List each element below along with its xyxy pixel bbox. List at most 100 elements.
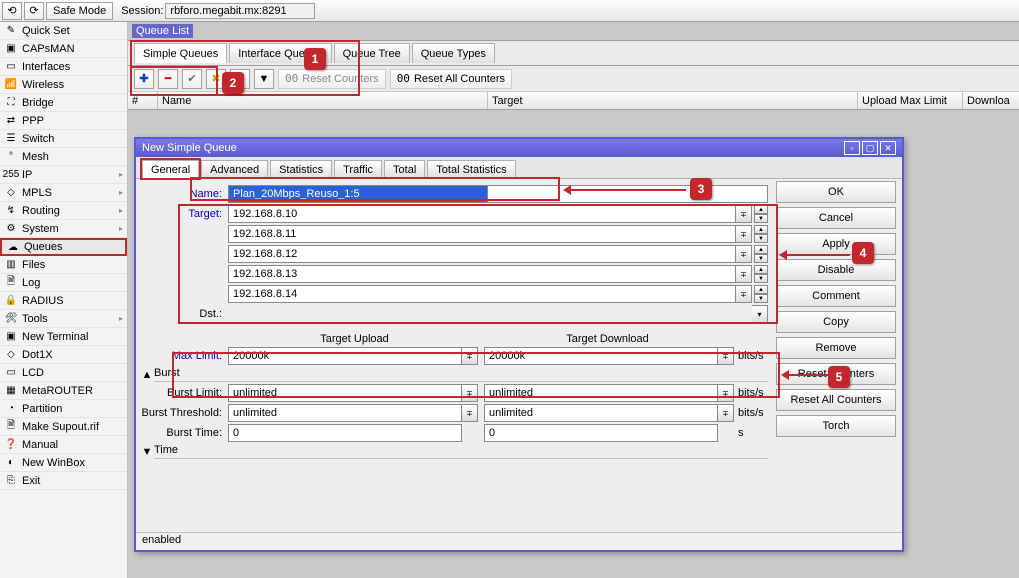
dlg-tab-total-statistics[interactable]: Total Statistics	[427, 160, 515, 178]
add-button[interactable]: ✚	[134, 69, 154, 89]
sidebar-item-files[interactable]: ▥Files	[0, 256, 127, 274]
name-input[interactable]: Plan_20Mbps_Reuso_1:5	[228, 185, 488, 203]
col-dml[interactable]: Downloa	[963, 92, 1019, 109]
ql-tab-interface-queues[interactable]: Interface Queues	[229, 43, 331, 63]
sidebar-item-switch[interactable]: ☰Switch	[0, 130, 127, 148]
sidebar-item-mesh[interactable]: °Mesh	[0, 148, 127, 166]
sidebar-item-ip[interactable]: 255IP▸	[0, 166, 127, 184]
target-spin-dn-3[interactable]: ▼	[754, 274, 768, 283]
reset-counters-button[interactable]: 00Reset Counters	[278, 69, 386, 89]
sidebar-item-wireless[interactable]: 📶Wireless	[0, 76, 127, 94]
target-spin-dn-0[interactable]: ▼	[754, 214, 768, 223]
dlg-tab-statistics[interactable]: Statistics	[270, 160, 332, 178]
col-target[interactable]: Target	[488, 92, 858, 109]
ql-tab-simple-queues[interactable]: Simple Queues	[134, 43, 227, 63]
dlg-reset-all-counters-button[interactable]: Reset All Counters	[776, 389, 896, 411]
burst-limit-dn-input[interactable]: unlimited	[484, 384, 718, 402]
filter-button[interactable]: ▼	[254, 69, 274, 89]
sidebar-item-radius[interactable]: 🔒RADIUS	[0, 292, 127, 310]
target-input-2[interactable]: 192.168.8.12	[228, 245, 736, 263]
max-limit-dn-input[interactable]: 20000k	[484, 347, 718, 365]
safe-mode-button[interactable]: Safe Mode	[46, 2, 113, 20]
sidebar-item-system[interactable]: ⚙System▸	[0, 220, 127, 238]
sidebar-item-metarouter[interactable]: ▦MetaROUTER	[0, 382, 127, 400]
dlg-tab-traffic[interactable]: Traffic	[334, 160, 382, 178]
sidebar-item-exit[interactable]: ⎘Exit	[0, 472, 127, 490]
target-dropdown-2[interactable]: ∓	[736, 245, 752, 263]
target-input-3[interactable]: 192.168.8.13	[228, 265, 736, 283]
dst-dropdown[interactable]: ▾	[752, 305, 768, 323]
dlg-comment-button[interactable]: Comment	[776, 285, 896, 307]
target-spin-up-1[interactable]: ▲	[754, 225, 768, 234]
sidebar-item-capsman[interactable]: ▣CAPsMAN	[0, 40, 127, 58]
max-limit-up-dropdown[interactable]: ∓	[462, 347, 478, 365]
burst-threshold-up-dropdown[interactable]: ∓	[462, 404, 478, 422]
burst-collapse-icon[interactable]: ▲	[140, 369, 154, 381]
target-input-4[interactable]: 192.168.8.14	[228, 285, 736, 303]
dialog-max-icon[interactable]: ▢	[862, 141, 878, 155]
reset-all-counters-button[interactable]: 00Reset All Counters	[390, 69, 512, 89]
burst-threshold-dn-dropdown[interactable]: ∓	[718, 404, 734, 422]
dlg-torch-button[interactable]: Torch	[776, 415, 896, 437]
time-collapse-icon[interactable]: ▼	[140, 446, 154, 458]
burst-time-up-input[interactable]: 0	[228, 424, 462, 442]
col-number[interactable]: #	[128, 92, 158, 109]
burst-threshold-dn-input[interactable]: unlimited	[484, 404, 718, 422]
sidebar-item-quick-set[interactable]: ✎Quick Set	[0, 22, 127, 40]
sidebar-item-mpls[interactable]: ◇MPLS▸	[0, 184, 127, 202]
sidebar-item-new-terminal[interactable]: ▣New Terminal	[0, 328, 127, 346]
sidebar-item-tools[interactable]: 🛠Tools▸	[0, 310, 127, 328]
target-spin-up-0[interactable]: ▲	[754, 205, 768, 214]
dlg-ok-button[interactable]: OK	[776, 181, 896, 203]
burst-limit-dn-dropdown[interactable]: ∓	[718, 384, 734, 402]
col-uml[interactable]: Upload Max Limit	[858, 92, 963, 109]
dlg-reset-counters-button[interactable]: Reset Counters	[776, 363, 896, 385]
target-dropdown-0[interactable]: ∓	[736, 205, 752, 223]
sidebar-item-partition[interactable]: ◔Partition	[0, 400, 127, 418]
dialog-close-icon[interactable]: ✕	[880, 141, 896, 155]
dlg-cancel-button[interactable]: Cancel	[776, 207, 896, 229]
dlg-tab-total[interactable]: Total	[384, 160, 425, 178]
max-limit-dn-dropdown[interactable]: ∓	[718, 347, 734, 365]
sidebar-item-new-winbox[interactable]: ◐New WinBox	[0, 454, 127, 472]
comment-button[interactable]: ☐	[230, 69, 250, 89]
redo-button[interactable]: ⟳	[24, 2, 44, 20]
sidebar-item-interfaces[interactable]: ▭Interfaces	[0, 58, 127, 76]
target-spin-dn-2[interactable]: ▼	[754, 254, 768, 263]
target-spin-dn-4[interactable]: ▼	[754, 294, 768, 303]
disable-button[interactable]: ✖	[206, 69, 226, 89]
sidebar-item-manual[interactable]: ❓Manual	[0, 436, 127, 454]
max-limit-up-input[interactable]: 20000k	[228, 347, 462, 365]
dlg-remove-button[interactable]: Remove	[776, 337, 896, 359]
ql-tab-queue-tree[interactable]: Queue Tree	[334, 43, 410, 63]
burst-threshold-up-input[interactable]: unlimited	[228, 404, 462, 422]
dlg-tab-general[interactable]: General	[142, 160, 199, 178]
sidebar-item-routing[interactable]: ↯Routing▸	[0, 202, 127, 220]
burst-time-dn-input[interactable]: 0	[484, 424, 718, 442]
target-input-1[interactable]: 192.168.8.11	[228, 225, 736, 243]
sidebar-item-queues[interactable]: ☁Queues	[0, 238, 127, 256]
sidebar-item-bridge[interactable]: ⛶Bridge	[0, 94, 127, 112]
target-dropdown-3[interactable]: ∓	[736, 265, 752, 283]
target-spin-up-3[interactable]: ▲	[754, 265, 768, 274]
ql-tab-queue-types[interactable]: Queue Types	[412, 43, 495, 63]
sidebar-item-dot1x[interactable]: ◇Dot1X	[0, 346, 127, 364]
target-input-0[interactable]: 192.168.8.10	[228, 205, 736, 223]
dialog-title-bar[interactable]: New Simple Queue ▫ ▢ ✕	[136, 139, 902, 157]
sidebar-item-ppp[interactable]: ⇄PPP	[0, 112, 127, 130]
dialog-min-icon[interactable]: ▫	[844, 141, 860, 155]
dlg-disable-button[interactable]: Disable	[776, 259, 896, 281]
undo-button[interactable]: ⟲	[2, 2, 22, 20]
dlg-apply-button[interactable]: Apply	[776, 233, 896, 255]
sidebar-item-lcd[interactable]: ▭LCD	[0, 364, 127, 382]
target-dropdown-4[interactable]: ∓	[736, 285, 752, 303]
dlg-copy-button[interactable]: Copy	[776, 311, 896, 333]
dlg-tab-advanced[interactable]: Advanced	[201, 160, 268, 178]
target-dropdown-1[interactable]: ∓	[736, 225, 752, 243]
target-spin-up-4[interactable]: ▲	[754, 285, 768, 294]
col-name[interactable]: Name	[158, 92, 488, 109]
burst-limit-up-input[interactable]: unlimited	[228, 384, 462, 402]
remove-button[interactable]: ━	[158, 69, 178, 89]
sidebar-item-log[interactable]: 🗎Log	[0, 274, 127, 292]
sidebar-item-make-supout-rif[interactable]: 🗎Make Supout.rif	[0, 418, 127, 436]
